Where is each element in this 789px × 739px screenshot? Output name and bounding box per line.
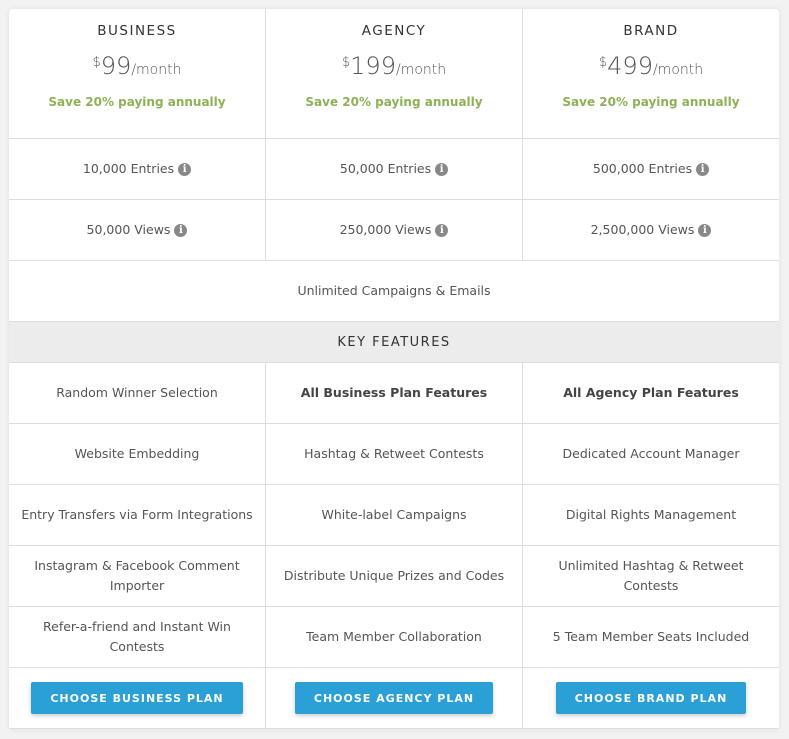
- info-icon[interactable]: i: [435, 223, 449, 237]
- plan-name: BUSINESS: [97, 23, 177, 39]
- plan-price: $199/month: [341, 52, 447, 80]
- feature-row: Instagram & Facebook Comment Importer Di…: [9, 546, 779, 607]
- feature-cell: Dedicated Account Manager: [562, 446, 740, 461]
- feature-cell: Website Embedding: [9, 424, 266, 484]
- choose-brand-plan-button[interactable]: CHOOSE BRAND PLAN: [555, 682, 747, 714]
- plan-header-row: BUSINESS $99/month Save 20% paying annua…: [9, 9, 779, 139]
- info-icon[interactable]: i: [696, 162, 710, 176]
- plan-agency-header: AGENCY $199/month Save 20% paying annual…: [266, 9, 523, 138]
- annual-savings: Save 20% paying annually: [48, 95, 226, 109]
- pricing-table: BUSINESS $99/month Save 20% paying annua…: [9, 9, 779, 730]
- plan-brand-header: BRAND $499/month Save 20% paying annuall…: [523, 9, 779, 138]
- feature-cell: Instagram & Facebook Comment Importer: [9, 546, 266, 606]
- footer-strip: [9, 729, 779, 730]
- cta-row: CHOOSE BUSINESS PLAN CHOOSE AGENCY PLAN …: [9, 668, 779, 729]
- views-row: 50,000 Views i 250,000 Views i 2,500,000 V…: [9, 200, 779, 261]
- views-limit: 250,000 Views: [339, 222, 432, 237]
- annual-savings: Save 20% paying annually: [305, 95, 483, 109]
- feature-cell: 5 Team Member Seats Included: [552, 629, 750, 644]
- plan-name: BRAND: [623, 23, 679, 39]
- info-icon[interactable]: i: [435, 162, 449, 176]
- entries-limit: 500,000 Entries: [592, 161, 693, 176]
- plan-name: AGENCY: [361, 23, 427, 39]
- plan-business-header: BUSINESS $99/month Save 20% paying annua…: [9, 9, 266, 138]
- shared-feature-row: Unlimited Campaigns & Emails: [9, 261, 779, 322]
- feature-cell: Refer-a-friend and Instant Win Contests: [9, 607, 266, 667]
- feature-cell: Unlimited Hashtag & Retweet Contests: [558, 558, 744, 593]
- feature-cell: Hashtag & Retweet Contests: [266, 424, 523, 484]
- plan-price: $499/month: [598, 52, 704, 80]
- feature-cell: Entry Transfers via Form Integrations: [9, 485, 266, 545]
- feature-cell: Random Winner Selection: [9, 363, 266, 423]
- info-icon[interactable]: i: [174, 223, 188, 237]
- feature-row: Entry Transfers via Form Integrations Wh…: [9, 485, 779, 546]
- feature-cell: Distribute Unique Prizes and Codes: [266, 546, 523, 606]
- feature-cell: All Business Plan Features: [266, 363, 523, 423]
- shared-feature: Unlimited Campaigns & Emails: [297, 283, 491, 298]
- feature-cell: White-label Campaigns: [266, 485, 523, 545]
- info-icon[interactable]: i: [698, 223, 712, 237]
- entries-limit: 10,000 Entries: [82, 161, 175, 176]
- choose-agency-plan-button[interactable]: CHOOSE AGENCY PLAN: [294, 682, 494, 714]
- plan-price: $99/month: [92, 52, 182, 80]
- feature-row: Random Winner Selection All Business Pla…: [9, 363, 779, 424]
- entries-limit: 50,000 Entries: [339, 161, 432, 176]
- feature-cell: All Agency Plan Features: [563, 385, 739, 400]
- feature-row: Refer-a-friend and Instant Win Contests …: [9, 607, 779, 668]
- section-title: KEY FEATURES: [9, 322, 779, 363]
- feature-cell: Digital Rights Management: [565, 507, 737, 522]
- feature-row: Website Embedding Hashtag & Retweet Cont…: [9, 424, 779, 485]
- choose-business-plan-button[interactable]: CHOOSE BUSINESS PLAN: [31, 682, 243, 714]
- annual-savings: Save 20% paying annually: [562, 95, 740, 109]
- feature-cell: Team Member Collaboration: [266, 607, 523, 667]
- info-icon[interactable]: i: [178, 162, 192, 176]
- entries-row: 10,000 Entries i 50,000 Entries i 500,000 …: [9, 139, 779, 200]
- views-limit: 50,000 Views: [86, 222, 171, 237]
- views-limit: 2,500,000 Views: [590, 222, 695, 237]
